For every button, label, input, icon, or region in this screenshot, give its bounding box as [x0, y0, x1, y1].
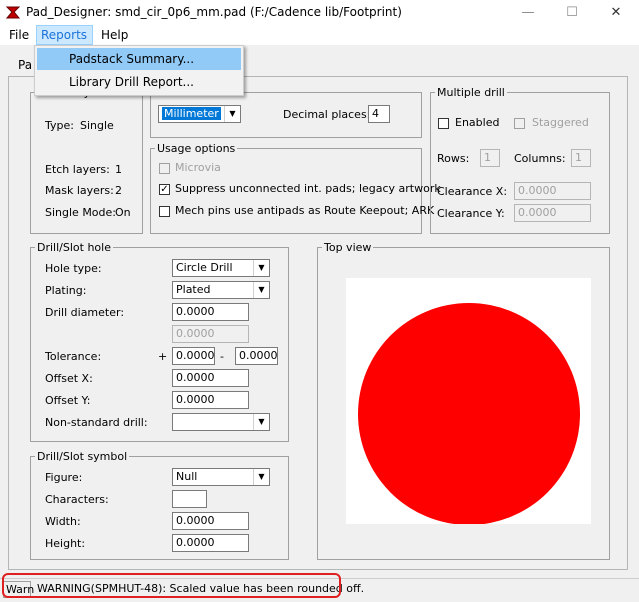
tolerance-minus-input[interactable]: 0.0000	[235, 347, 278, 365]
height-input[interactable]: 0.0000	[172, 534, 249, 552]
enabled-label: Enabled	[455, 116, 500, 129]
usage-options-legend: Usage options	[157, 142, 236, 155]
chevron-down-icon[interactable]: ▼	[253, 282, 269, 298]
characters-input[interactable]	[172, 490, 207, 508]
chevron-down-icon[interactable]: ▼	[253, 469, 269, 485]
drill-symbol-legend: Drill/Slot symbol	[37, 450, 128, 463]
top-view-canvas	[346, 278, 591, 525]
reports-dropdown: Padstack Summary... Library Drill Report…	[34, 45, 244, 96]
chevron-down-icon[interactable]: ▼	[253, 414, 269, 430]
menu-file[interactable]: File	[5, 25, 33, 45]
menu-help[interactable]: Help	[97, 25, 132, 45]
offset-y-input[interactable]: 0.0000	[172, 391, 249, 409]
rows-label: Rows:	[437, 152, 470, 165]
window-title: Pad_Designer: smd_cir_0p6_mm.pad (F:/Cad…	[26, 5, 402, 19]
offset-x-input[interactable]: 0.0000	[172, 369, 249, 387]
menu-library-drill-report[interactable]: Library Drill Report...	[37, 71, 241, 93]
tolerance-plus-sign: +	[158, 350, 168, 363]
non-standard-drill-label: Non-standard drill:	[45, 416, 148, 429]
plating-label: Plating:	[45, 284, 87, 297]
hole-type-label: Hole type:	[45, 262, 102, 275]
tolerance-label: Tolerance:	[45, 350, 102, 363]
suppress-pads-label: Suppress unconnected int. pads; legacy a…	[175, 182, 441, 195]
units-select[interactable]: Millimeter ▼	[158, 105, 241, 123]
drill-diameter-input[interactable]: 0.0000	[172, 303, 249, 321]
hole-type-select[interactable]: Circle Drill ▼	[172, 259, 270, 277]
columns-input[interactable]: 1	[571, 149, 591, 167]
units-select-value: Millimeter	[162, 107, 221, 120]
microvia-checkbox[interactable]	[159, 163, 170, 174]
highlight-outline	[2, 573, 341, 598]
width-input[interactable]: 0.0000	[172, 512, 249, 530]
enabled-checkbox[interactable]	[438, 118, 449, 129]
drill-diameter-label: Drill diameter:	[45, 306, 125, 319]
offset-y-label: Offset Y:	[45, 394, 91, 407]
clearance-y-label: Clearance Y:	[437, 207, 505, 220]
columns-label: Columns:	[514, 152, 566, 165]
offset-x-label: Offset X:	[45, 372, 93, 385]
menu-reports[interactable]: Reports	[36, 25, 93, 45]
menu-bar	[0, 25, 639, 45]
mech-pins-label: Mech pins use antipads as Route Keepout;…	[175, 204, 435, 217]
menu-padstack-summary[interactable]: Padstack Summary...	[37, 48, 241, 70]
suppress-pads-checkbox[interactable]: ✓	[159, 184, 170, 195]
drill-hole-legend: Drill/Slot hole	[37, 241, 111, 254]
multiple-drill-legend: Multiple drill	[437, 86, 505, 99]
mask-layers-value: 2	[115, 184, 122, 197]
microvia-label: Microvia	[175, 161, 221, 174]
plating-select[interactable]: Plated ▼	[172, 281, 270, 299]
drill-diameter-2-input[interactable]: 0.0000	[172, 325, 249, 343]
figure-select-value: Null	[176, 470, 198, 483]
rows-input[interactable]: 1	[480, 149, 500, 167]
single-mode-value: On	[115, 206, 131, 219]
figure-select[interactable]: Null ▼	[172, 468, 270, 486]
etch-layers-label: Etch layers:	[45, 163, 110, 176]
etch-layers-value: 1	[115, 163, 122, 176]
close-button[interactable]: ✕	[594, 0, 638, 25]
mech-pins-checkbox[interactable]	[159, 206, 170, 217]
decimal-places-label: Decimal places:	[283, 108, 371, 121]
plating-select-value: Plated	[176, 283, 211, 296]
mask-layers-label: Mask layers:	[45, 184, 114, 197]
figure-label: Figure:	[45, 471, 83, 484]
app-icon	[5, 5, 21, 20]
type-label: Type:	[45, 119, 74, 132]
maximize-button[interactable]: ☐	[550, 0, 594, 25]
single-mode-label: Single Mode:	[45, 206, 116, 219]
clearance-x-input[interactable]: 0.0000	[514, 182, 591, 200]
minimize-button[interactable]: —	[506, 0, 550, 25]
chevron-down-icon[interactable]: ▼	[224, 106, 240, 122]
characters-label: Characters:	[45, 493, 109, 506]
pad-circle	[358, 303, 580, 525]
height-label: Height:	[45, 537, 86, 550]
tab-parameters[interactable]: Pa	[18, 58, 32, 76]
width-label: Width:	[45, 515, 81, 528]
top-view-legend: Top view	[324, 241, 372, 254]
tolerance-minus-sign: -	[220, 350, 224, 363]
decimal-places-input[interactable]: 4	[368, 105, 390, 123]
clearance-x-label: Clearance X:	[437, 185, 508, 198]
staggered-checkbox[interactable]	[514, 118, 525, 129]
non-standard-drill-select[interactable]: ▼	[172, 413, 270, 431]
type-value: Single	[80, 119, 114, 132]
chevron-down-icon[interactable]: ▼	[253, 260, 269, 276]
staggered-label: Staggered	[532, 116, 589, 129]
tolerance-plus-input[interactable]: 0.0000	[172, 347, 215, 365]
clearance-y-input[interactable]: 0.0000	[514, 204, 591, 222]
hole-type-select-value: Circle Drill	[176, 261, 233, 274]
